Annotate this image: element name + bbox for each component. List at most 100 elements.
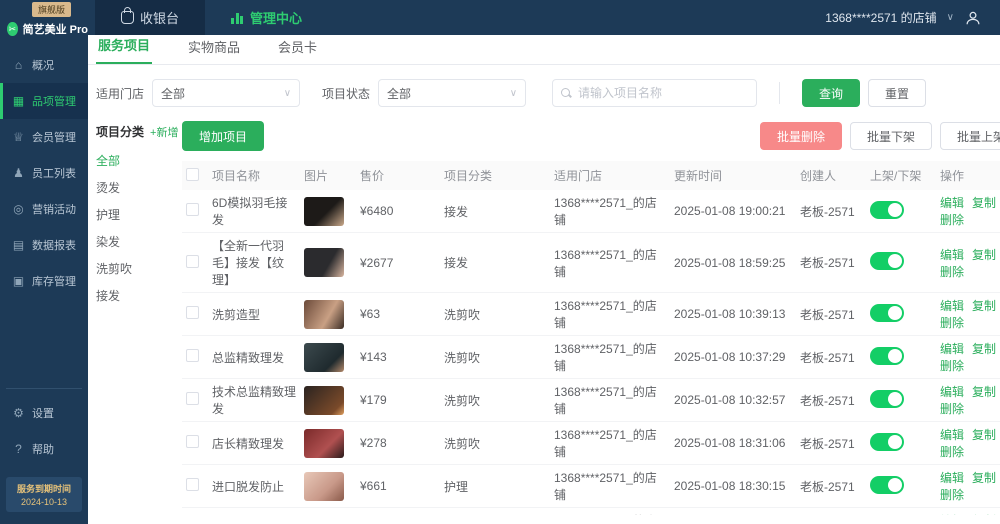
logo: ✂ 简艺美业 Pro: [0, 17, 88, 47]
item-updated: 2025-01-08 18:30:15: [670, 464, 796, 508]
filter-bar: 适用门店 全部 ∨ 项目状态 全部 ∨ 查询 重置: [88, 65, 1000, 119]
search-button[interactable]: 查询: [802, 79, 861, 107]
item-updated: 2025-01-08 10:39:13: [670, 292, 796, 336]
item-updated: 2025-01-08 10:32:57: [670, 378, 796, 422]
delete-link[interactable]: 删除: [940, 359, 964, 373]
category-item-all[interactable]: 全部: [96, 152, 180, 169]
row-checkbox[interactable]: [186, 203, 199, 216]
store-filter-value: 全部: [161, 86, 186, 101]
sidebar-item-members[interactable]: ♕ 会员管理: [0, 119, 88, 155]
copy-link[interactable]: 复制: [972, 248, 996, 262]
top-header: 收银台 管理中心 1368****2571 的店铺 ∨: [0, 0, 1000, 35]
shelf-toggle[interactable]: [870, 389, 904, 408]
delete-link[interactable]: 删除: [940, 265, 964, 279]
search-box: [552, 79, 758, 107]
delete-link[interactable]: 删除: [940, 402, 964, 416]
row-checkbox[interactable]: [186, 435, 199, 448]
copy-link[interactable]: 复制: [972, 428, 996, 442]
items-table: 项目名称 图片 售价 项目分类 适用门店 更新时间 创建人 上架/下架 操作 6…: [182, 161, 1000, 515]
copy-link[interactable]: 复制: [972, 471, 996, 485]
copy-link[interactable]: 复制: [972, 342, 996, 356]
item-price: ¥661: [356, 464, 440, 508]
batch-off-shelf-button[interactable]: 批量下架: [849, 122, 932, 150]
store-name[interactable]: 1368****2571 的店铺: [825, 9, 936, 26]
edit-link[interactable]: 编辑: [940, 248, 964, 262]
edit-link[interactable]: 编辑: [940, 471, 964, 485]
select-all-checkbox[interactable]: [186, 167, 199, 181]
sidebar-item-label: 营销活动: [32, 204, 76, 216]
category-item-extension[interactable]: 接发: [96, 287, 180, 304]
user-icon[interactable]: [964, 9, 982, 27]
edit-link[interactable]: 编辑: [940, 514, 964, 515]
tab-service-items[interactable]: 服务项目: [96, 35, 153, 64]
shelf-toggle[interactable]: [870, 432, 904, 451]
item-store: 1368****2571_的店铺: [550, 335, 670, 379]
add-category-button[interactable]: +新增: [150, 124, 178, 140]
item-category: 洗剪吹: [440, 292, 550, 336]
sidebar-item-overview[interactable]: ⌂ 概况: [0, 47, 88, 83]
item-image: [304, 428, 344, 458]
chevron-down-icon[interactable]: ∨: [947, 12, 954, 23]
batch-delete-button[interactable]: 批量删除: [759, 122, 842, 150]
copy-link[interactable]: 复制: [972, 299, 996, 313]
col-image: 图片: [300, 161, 356, 190]
row-checkbox[interactable]: [186, 254, 199, 268]
row-checkbox[interactable]: [186, 306, 199, 319]
sidebar-item-marketing[interactable]: ◎ 营销活动: [0, 191, 88, 227]
tab-membership-card[interactable]: 会员卡: [276, 37, 319, 64]
status-filter-select[interactable]: 全部 ∨: [378, 79, 527, 107]
delete-link[interactable]: 删除: [940, 488, 964, 502]
edit-link[interactable]: 编辑: [940, 299, 964, 313]
item-price: ¥63: [356, 292, 440, 336]
sidebar-item-staff[interactable]: ♟ 员工列表: [0, 155, 88, 191]
item-updated: 2025-01-08 10:37:29: [670, 335, 796, 379]
category-item-care[interactable]: 护理: [96, 206, 180, 223]
category-item-cut[interactable]: 洗剪吹: [96, 260, 180, 277]
col-store: 适用门店: [550, 161, 670, 190]
tab-management-center[interactable]: 管理中心: [205, 0, 328, 35]
row-checkbox[interactable]: [186, 349, 199, 362]
tab-cashier[interactable]: 收银台: [95, 0, 206, 35]
sidebar-item-settings[interactable]: ⚙ 设置: [0, 395, 88, 431]
sidebar-item-label: 帮助: [32, 444, 54, 456]
item-creator: 老板-2571: [796, 464, 866, 508]
store-filter-select[interactable]: 全部 ∨: [152, 79, 301, 107]
tab-physical-goods[interactable]: 实物商品: [186, 37, 242, 64]
items-icon: ▦: [12, 94, 25, 108]
shelf-toggle[interactable]: [870, 303, 904, 322]
batch-on-shelf-button[interactable]: 批量上架: [939, 122, 1000, 150]
item-creator: 老板-2571: [796, 378, 866, 422]
shelf-toggle[interactable]: [870, 252, 904, 270]
copy-link[interactable]: 复制: [972, 514, 996, 515]
reset-button[interactable]: 重置: [868, 79, 927, 107]
category-item-perm[interactable]: 烫发: [96, 179, 180, 196]
edit-link[interactable]: 编辑: [940, 385, 964, 399]
item-price: ¥143: [356, 335, 440, 379]
main-content: 服务项目 实物商品 会员卡 适用门店 全部 ∨ 项目状态 全部 ∨ 查询 重置: [88, 35, 1000, 515]
delete-link[interactable]: 删除: [940, 445, 964, 459]
item-name: 总监精致理发: [208, 335, 300, 379]
search-input[interactable]: [578, 86, 749, 100]
copy-link[interactable]: 复制: [972, 196, 996, 210]
table-row: 洗剪造型 ¥63 洗剪吹 1368****2571_的店铺 2025-01-08…: [182, 292, 1000, 336]
item-image: [304, 299, 344, 329]
add-item-button[interactable]: 增加项目: [182, 121, 265, 151]
shelf-toggle[interactable]: [870, 475, 904, 494]
delete-link[interactable]: 删除: [940, 213, 964, 227]
sidebar-item-inventory[interactable]: ▣ 库存管理: [0, 263, 88, 299]
sidebar-item-reports[interactable]: ▤ 数据报表: [0, 227, 88, 263]
copy-link[interactable]: 复制: [972, 385, 996, 399]
sidebar-item-items-management[interactable]: ▦ 品项管理: [0, 83, 88, 119]
row-checkbox[interactable]: [186, 392, 199, 405]
status-filter-value: 全部: [387, 86, 412, 101]
shelf-toggle[interactable]: [870, 200, 904, 219]
row-checkbox[interactable]: [186, 478, 199, 491]
item-store: 1368****2571_的店铺: [550, 232, 670, 293]
delete-link[interactable]: 删除: [940, 316, 964, 330]
edit-link[interactable]: 编辑: [940, 196, 964, 210]
edit-link[interactable]: 编辑: [940, 342, 964, 356]
edit-link[interactable]: 编辑: [940, 428, 964, 442]
sidebar-item-help[interactable]: ? 帮助: [0, 431, 88, 467]
shelf-toggle[interactable]: [870, 346, 904, 365]
category-item-dye[interactable]: 染发: [96, 233, 180, 250]
